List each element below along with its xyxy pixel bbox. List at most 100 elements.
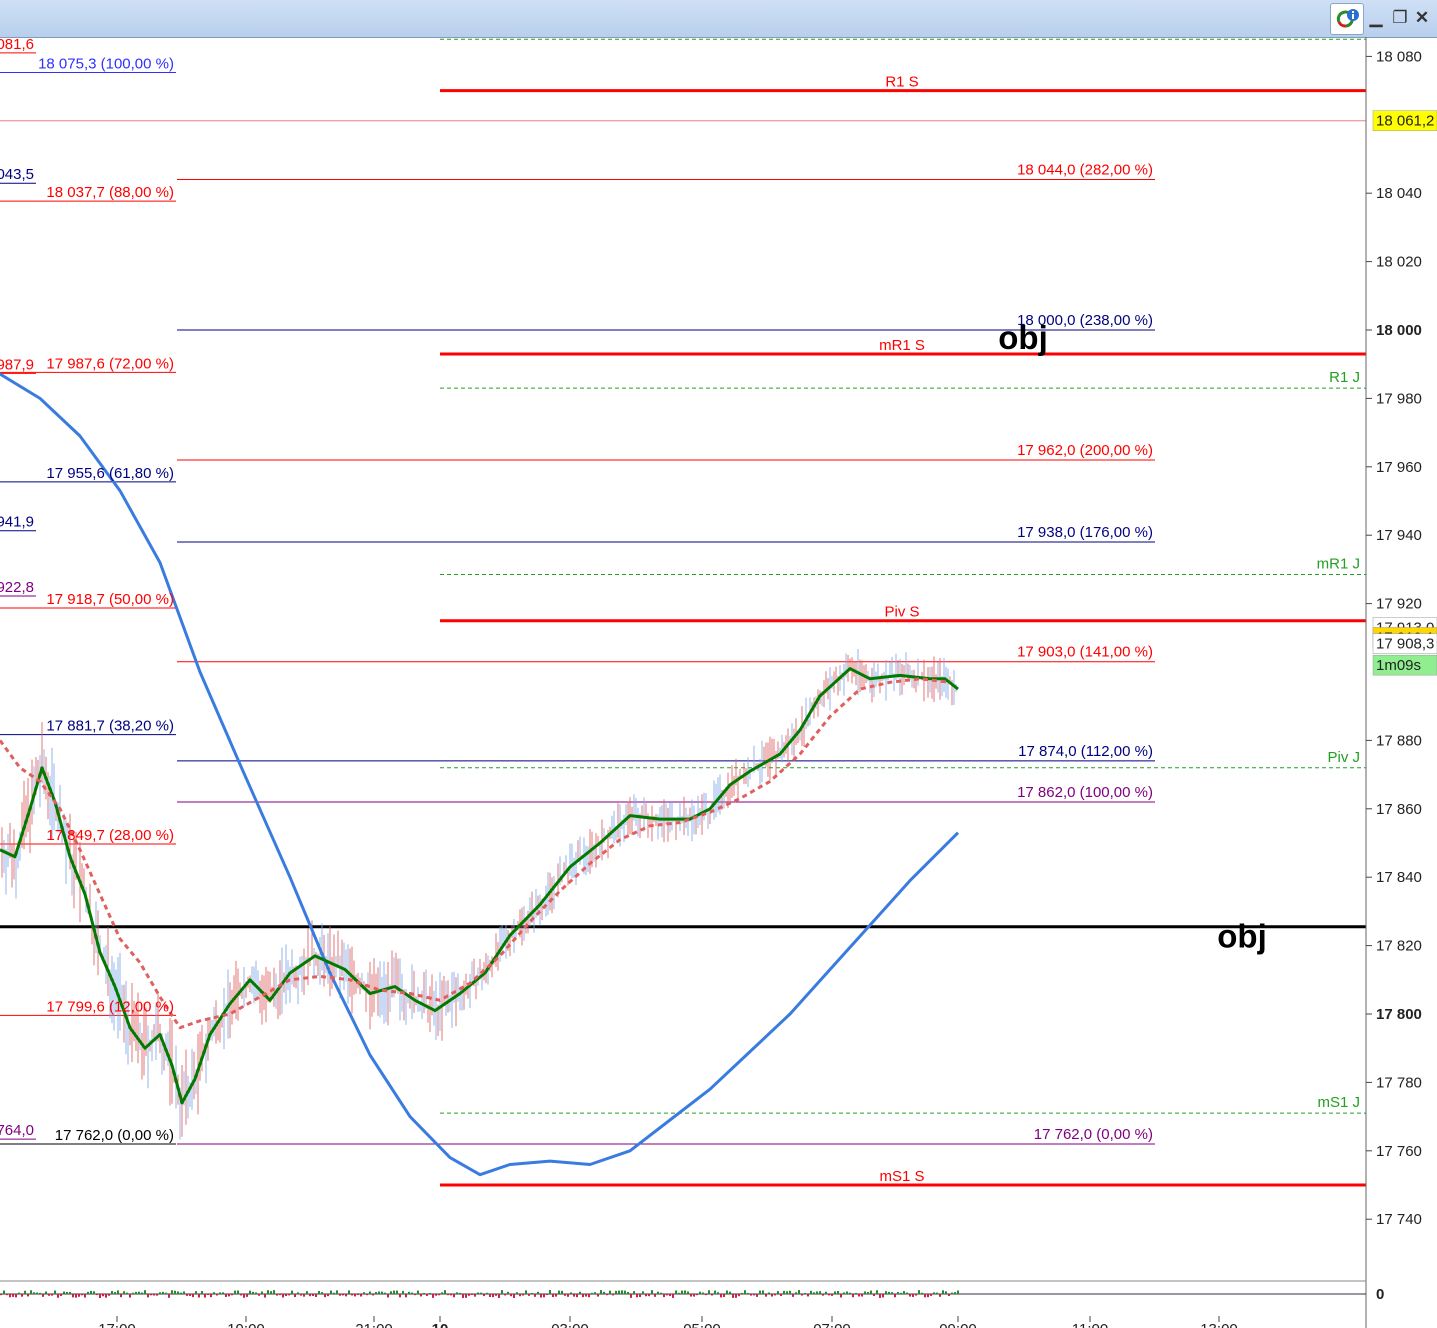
level-label: mS1 S: [879, 1168, 924, 1185]
close-icon[interactable]: ✕: [1412, 8, 1432, 28]
osc-bar: [861, 1294, 863, 1297]
fib-ext-label: 17 938,0 (176,00 %): [1017, 524, 1153, 541]
osc-bar: [309, 1294, 311, 1297]
osc-bar: [498, 1294, 500, 1298]
osc-bar: [951, 1292, 953, 1294]
osc-bar: [642, 1291, 644, 1294]
osc-bar: [531, 1292, 533, 1294]
osc-bar: [117, 1290, 119, 1294]
osc-bar: [237, 1290, 239, 1294]
osc-bar: [195, 1291, 197, 1294]
osc-bar: [549, 1290, 551, 1294]
osc-bar: [552, 1294, 554, 1298]
level-label: R1 S: [885, 74, 918, 91]
osc-bar: [501, 1290, 503, 1294]
osc-bar: [507, 1291, 509, 1294]
osc-bar: [696, 1294, 698, 1296]
osc-bar: [66, 1291, 68, 1294]
osc-bar: [39, 1292, 41, 1294]
osc-bar: [732, 1294, 734, 1298]
osc-bar: [726, 1290, 728, 1294]
osc-bar: [948, 1294, 950, 1297]
osc-bar: [414, 1294, 416, 1296]
osc-bar: [741, 1292, 743, 1294]
osc-bar: [369, 1291, 371, 1294]
osc-bar: [255, 1292, 257, 1294]
osc-bar: [717, 1292, 719, 1294]
fib-left-label: 17 849,7 (28,00 %): [46, 827, 174, 844]
fib-ext-label: 17 862,0 (100,00 %): [1017, 784, 1153, 801]
osc-bar: [456, 1292, 458, 1294]
osc-bar: [27, 1294, 29, 1297]
osc-bar: [60, 1294, 62, 1297]
price-badge-label: 18 061,2: [1376, 113, 1434, 130]
osc-bar: [177, 1291, 179, 1294]
osc-bar: [750, 1294, 752, 1296]
osc-bar: [843, 1292, 845, 1294]
osc-bar: [129, 1294, 131, 1298]
osc-bar: [9, 1294, 11, 1298]
osc-bar: [264, 1294, 266, 1298]
fib-ext-label: 17 903,0 (141,00 %): [1017, 644, 1153, 661]
osc-bar: [147, 1294, 149, 1298]
osc-bar: [819, 1291, 821, 1294]
osc-bar: [366, 1294, 368, 1296]
osc-bar: [192, 1294, 194, 1298]
restore-icon[interactable]: ❐: [1390, 8, 1410, 28]
osc-bar: [858, 1294, 860, 1297]
osc-bar: [573, 1294, 575, 1297]
y-tick-label: 17 920: [1376, 596, 1422, 613]
level-label: R1 J: [1329, 369, 1360, 386]
osc-bar: [534, 1294, 536, 1297]
y-tick-label: 17 820: [1376, 938, 1422, 955]
osc-bar: [174, 1290, 176, 1294]
osc-bar: [849, 1292, 851, 1294]
osc-bar: [261, 1291, 263, 1294]
osc-bar: [420, 1294, 422, 1297]
osc-bar: [897, 1292, 899, 1294]
osc-bar: [693, 1294, 695, 1297]
osc-bar: [15, 1294, 17, 1298]
osc-bar: [447, 1294, 449, 1296]
level-label: mR1 S: [879, 337, 925, 354]
y-tick-label: 18 020: [1376, 254, 1422, 271]
osc-bar: [762, 1290, 764, 1294]
refresh-info-icon[interactable]: [1330, 3, 1364, 35]
osc-bar: [405, 1294, 407, 1298]
osc-bar: [486, 1292, 488, 1294]
osc-bar: [582, 1294, 584, 1298]
osc-bar: [813, 1292, 815, 1294]
window-titlebar: ▁ ❐ ✕: [0, 0, 1437, 38]
osc-bar: [714, 1290, 716, 1294]
osc-bar: [168, 1294, 170, 1298]
osc-bar: [18, 1292, 20, 1294]
osc-bar: [894, 1294, 896, 1298]
osc-bar: [540, 1294, 542, 1298]
osc-bar: [651, 1290, 653, 1294]
price-chart[interactable]: R1 S mR1 S Piv S mS1 S R1 J mR1 J Piv J mS1 J 18…: [0, 37, 1437, 1328]
osc-bar: [201, 1291, 203, 1294]
osc-bar: [621, 1290, 623, 1294]
osc-bar: [396, 1290, 398, 1294]
osc-bar: [240, 1294, 242, 1296]
osc-bar: [6, 1294, 8, 1296]
minimize-icon[interactable]: ▁: [1366, 8, 1386, 28]
osc-bar: [156, 1294, 158, 1296]
osc-bar: [273, 1290, 275, 1294]
osc-bar: [165, 1292, 167, 1294]
osc-bar: [3, 1290, 5, 1294]
osc-bar: [699, 1291, 701, 1294]
osc-bar: [123, 1291, 125, 1294]
osc-bar: [78, 1294, 80, 1297]
y-tick-label: 17 960: [1376, 459, 1422, 476]
osc-bar: [111, 1290, 113, 1294]
osc-bar: [51, 1294, 53, 1296]
osc-bar: [102, 1294, 104, 1297]
x-tick-label: 07:00: [813, 1321, 851, 1328]
osc-bar: [957, 1290, 959, 1294]
osc-bar: [471, 1294, 473, 1296]
osc-bar: [774, 1294, 776, 1296]
osc-bar: [606, 1294, 608, 1296]
osc-bar: [267, 1290, 269, 1294]
osc-bar: [555, 1294, 557, 1297]
